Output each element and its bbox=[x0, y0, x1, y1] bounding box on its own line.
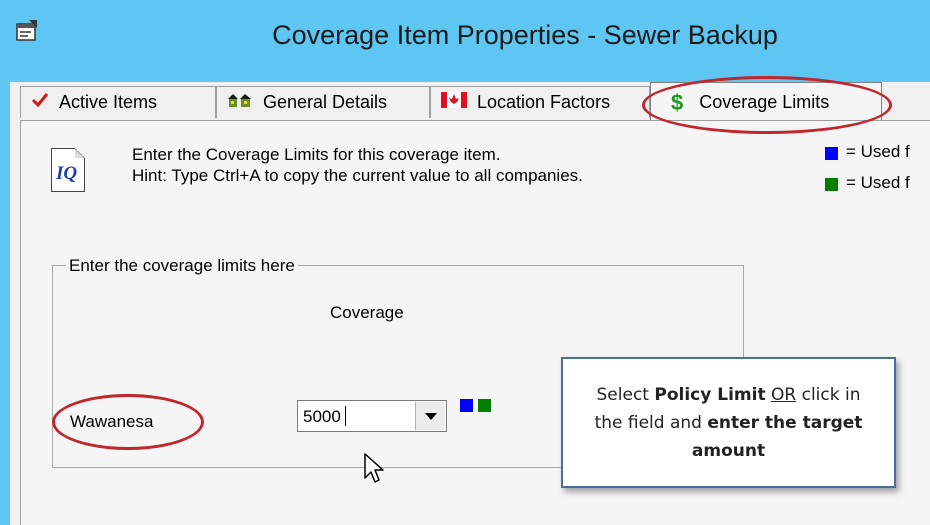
tab-location-factors[interactable]: Location Factors bbox=[430, 86, 650, 118]
highlight-ellipse-company bbox=[52, 394, 204, 450]
coverage-item-properties-window: Coverage Item Properties - Sewer Backup … bbox=[0, 0, 930, 525]
dropdown-arrow-button[interactable] bbox=[415, 402, 445, 430]
legend-green-swatch bbox=[825, 178, 838, 191]
hint-text: Hint: Type Ctrl+A to copy the current va… bbox=[132, 166, 583, 185]
coverage-limit-combobox[interactable]: 5000 bbox=[297, 400, 447, 432]
canada-flag-icon bbox=[441, 92, 467, 113]
checkmark-icon bbox=[31, 92, 49, 113]
tab-label: Active Items bbox=[59, 92, 158, 112]
legend-green-text: = Used f bbox=[846, 173, 910, 192]
groupbox-label: Enter the coverage limits here bbox=[66, 256, 298, 276]
instruction-text: Enter the Coverage Limits for this cover… bbox=[132, 145, 501, 164]
houses-icon bbox=[227, 91, 253, 114]
green-indicator-square bbox=[478, 399, 491, 412]
instruction-callout: Select Policy Limit OR click in the fiel… bbox=[561, 357, 896, 488]
legend-blue-text: = Used f bbox=[846, 142, 910, 161]
callout-text: Select Policy Limit OR click in the fiel… bbox=[594, 384, 863, 461]
window-frame-left bbox=[0, 82, 10, 525]
tab-active-items[interactable]: Active Items bbox=[20, 86, 216, 118]
window-title: Coverage Item Properties - Sewer Backup bbox=[272, 20, 778, 50]
tab-general-details[interactable]: General Details bbox=[216, 86, 430, 118]
iq-document-icon: IQ bbox=[51, 148, 85, 192]
text-caret bbox=[345, 406, 346, 426]
highlight-ellipse-tab bbox=[642, 76, 892, 134]
tab-label: General Details bbox=[263, 92, 388, 112]
blue-indicator-square bbox=[460, 399, 473, 412]
coverage-column-header: Coverage bbox=[330, 303, 404, 322]
legend-blue-swatch bbox=[825, 147, 838, 160]
mouse-pointer-icon bbox=[364, 453, 384, 483]
coverage-limit-value[interactable]: 5000 bbox=[303, 407, 341, 427]
tab-label: Location Factors bbox=[477, 92, 611, 112]
title-bar[interactable]: Coverage Item Properties - Sewer Backup bbox=[0, 0, 930, 82]
